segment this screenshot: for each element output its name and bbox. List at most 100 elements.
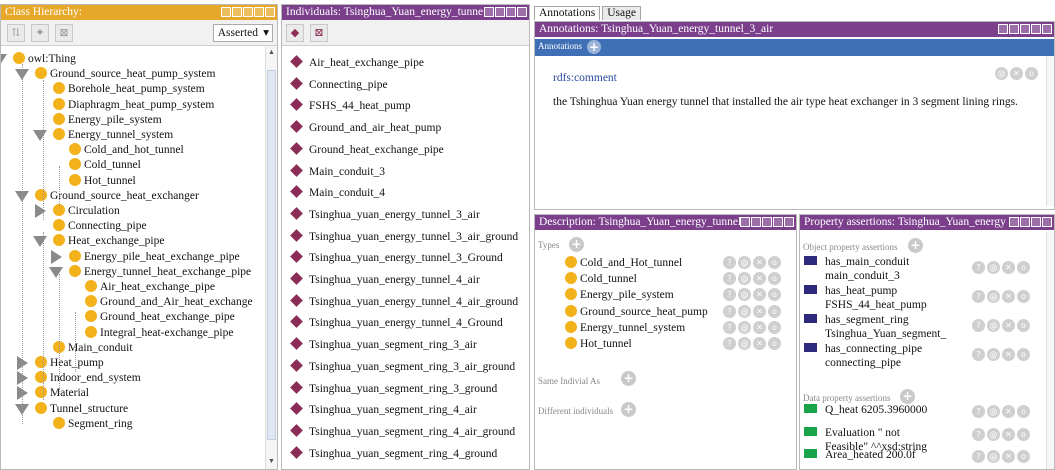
remove-icon[interactable]: ✕ (753, 272, 766, 286)
annotation-property[interactable]: rdfs:comment (553, 72, 617, 84)
info-icon[interactable] (998, 24, 1008, 34)
expand-toggle-icon[interactable] (51, 249, 62, 264)
data-property-item[interactable]: Evaluation " not (804, 426, 900, 440)
class-node[interactable]: Indoor_end_system (35, 371, 141, 385)
object-property-item[interactable]: has_heat_pump (804, 284, 897, 298)
class-tree-scrollbar[interactable]: ▲ ▼ (265, 46, 277, 469)
individual-item[interactable]: Main_conduit_4 (290, 185, 385, 200)
individual-item[interactable]: Tsinghua_yuan_energy_tunnel_3_air (290, 207, 480, 222)
close-icon[interactable] (1042, 24, 1052, 34)
collapse-toggle-icon[interactable] (33, 236, 47, 248)
class-node[interactable]: Diaphragm_heat_pump_system (53, 97, 214, 112)
type-item[interactable]: Energy_tunnel_system (565, 320, 685, 335)
add-sibling-icon[interactable]: ✦ (31, 24, 49, 42)
maximize-icon[interactable] (773, 217, 783, 227)
individual-item[interactable]: Tsinghua_yuan_energy_tunnel_4_air_ground (290, 293, 518, 309)
annotate-icon[interactable]: @ (987, 450, 1000, 463)
annotate-icon[interactable]: @ (738, 256, 751, 269)
add-type-icon[interactable]: + (569, 237, 584, 252)
annotate-icon[interactable]: @ (738, 337, 751, 350)
annotations-scrollbar[interactable] (1046, 56, 1054, 206)
property-scrollbar[interactable] (1046, 232, 1054, 469)
annotate-icon[interactable]: @ (738, 288, 751, 302)
close-icon[interactable] (784, 217, 794, 227)
remove-icon[interactable]: ✕ (753, 337, 766, 350)
edit-icon[interactable]: o (768, 337, 781, 350)
type-item[interactable]: Cold_and_Hot_tunnel (565, 256, 682, 270)
minimize-icon[interactable] (1020, 24, 1030, 34)
explain-icon[interactable]: ? (972, 319, 985, 332)
class-node[interactable]: Tunnel_structure (35, 401, 128, 416)
edit-icon[interactable]: o (768, 272, 781, 286)
add-individual-icon[interactable]: ◆ (286, 24, 304, 42)
individual-item[interactable]: Main_conduit_3 (290, 163, 385, 179)
data-property-item[interactable]: Area_heated 200.0f (804, 448, 916, 462)
class-node[interactable]: Ground_heat_exchange_pipe (85, 310, 235, 324)
collapse-toggle-icon[interactable] (1, 54, 7, 65)
info-icon[interactable] (484, 7, 494, 17)
individual-item[interactable]: Ground_heat_exchange_pipe (290, 141, 444, 157)
annotate-icon[interactable]: @ (987, 405, 1000, 418)
minimize-icon[interactable] (243, 7, 253, 17)
delete-individual-icon[interactable]: ⊠ (310, 24, 328, 42)
remove-icon[interactable]: ✕ (1010, 67, 1023, 80)
explain-icon[interactable]: ? (723, 337, 736, 350)
explain-icon[interactable]: ? (972, 405, 985, 418)
class-node[interactable]: Ground_source_heat_pump_system (35, 67, 215, 81)
collapse-toggle-icon[interactable] (33, 130, 47, 141)
edit-icon[interactable]: o (1017, 450, 1030, 463)
remove-icon[interactable]: ✕ (753, 320, 766, 334)
annotate-icon[interactable]: @ (987, 319, 1000, 332)
hierarchy-mode-select[interactable]: Asserted (212, 24, 273, 42)
type-item[interactable]: Ground_source_heat_pump (565, 304, 708, 319)
explain-icon[interactable]: ? (972, 427, 985, 441)
class-node[interactable]: Air_heat_exchange_pipe (85, 280, 215, 294)
individual-item[interactable]: Air_heat_exchange_pipe (290, 55, 424, 70)
info-icon[interactable] (751, 217, 761, 227)
add-different-individual-icon[interactable]: + (621, 402, 636, 417)
explain-icon[interactable]: ? (972, 450, 985, 463)
close-icon[interactable] (517, 7, 527, 17)
class-node[interactable]: Energy_pile_heat_exchange_pipe (69, 249, 240, 264)
close-icon[interactable] (265, 7, 275, 17)
individual-item[interactable]: Tsinghua_yuan_segment_ring_3_air (290, 337, 477, 352)
maximize-icon[interactable] (506, 7, 516, 17)
remove-icon[interactable]: ✕ (1002, 450, 1015, 463)
expand-toggle-icon[interactable] (35, 204, 46, 218)
explain-icon[interactable]: ? (972, 348, 985, 361)
individual-item[interactable]: Ground_and_air_heat_pump (290, 120, 441, 135)
annotate-icon[interactable]: @ (987, 290, 1000, 303)
individual-item[interactable]: FSHS_44_heat_pump (290, 98, 411, 113)
class-node[interactable]: Energy_tunnel_heat_exchange_pipe (69, 264, 251, 279)
class-node[interactable]: Energy_pile_system (53, 112, 162, 127)
edit-icon[interactable]: o (1017, 427, 1030, 441)
remove-icon[interactable]: ✕ (753, 304, 766, 318)
edit-icon[interactable]: o (1017, 319, 1030, 332)
class-node[interactable]: Ground_and_Air_heat_exchange (85, 295, 253, 309)
class-node[interactable]: Heat_pump (35, 356, 104, 370)
edit-icon[interactable]: o (768, 288, 781, 302)
class-node[interactable]: Cold_tunnel (69, 158, 141, 172)
individual-item[interactable]: Tsinghua_yuan_energy_tunnel_4_air (290, 272, 480, 287)
add-annotation-icon[interactable]: + (587, 40, 601, 54)
help-icon[interactable] (221, 7, 231, 17)
explain-icon[interactable]: ? (723, 272, 736, 286)
add-subclass-icon[interactable]: ⇅ (7, 24, 25, 42)
class-node[interactable]: Main_conduit (53, 340, 133, 355)
info-icon[interactable] (1009, 217, 1019, 227)
edit-icon[interactable]: o (1017, 261, 1030, 274)
explain-icon[interactable]: ? (723, 288, 736, 302)
edit-icon[interactable]: o (768, 320, 781, 334)
help-icon[interactable] (1009, 24, 1019, 34)
edit-icon[interactable]: o (1025, 67, 1038, 80)
remove-icon[interactable]: ✕ (1002, 319, 1015, 332)
individual-item[interactable]: Tsinghua_yuan_segment_ring_3_ground (290, 380, 497, 396)
scroll-down-icon[interactable]: ▼ (268, 457, 275, 465)
scroll-up-icon[interactable]: ▲ (268, 48, 275, 56)
annotate-icon[interactable]: @ (738, 304, 751, 318)
explain-icon[interactable]: ? (972, 290, 985, 303)
add-object-property-icon[interactable]: + (908, 238, 923, 253)
individual-item[interactable]: Tsinghua_yuan_segment_ring_4_ground (290, 445, 497, 461)
annotate-icon[interactable]: @ (987, 348, 1000, 361)
object-property-item[interactable]: has_segment_ring (804, 313, 909, 327)
